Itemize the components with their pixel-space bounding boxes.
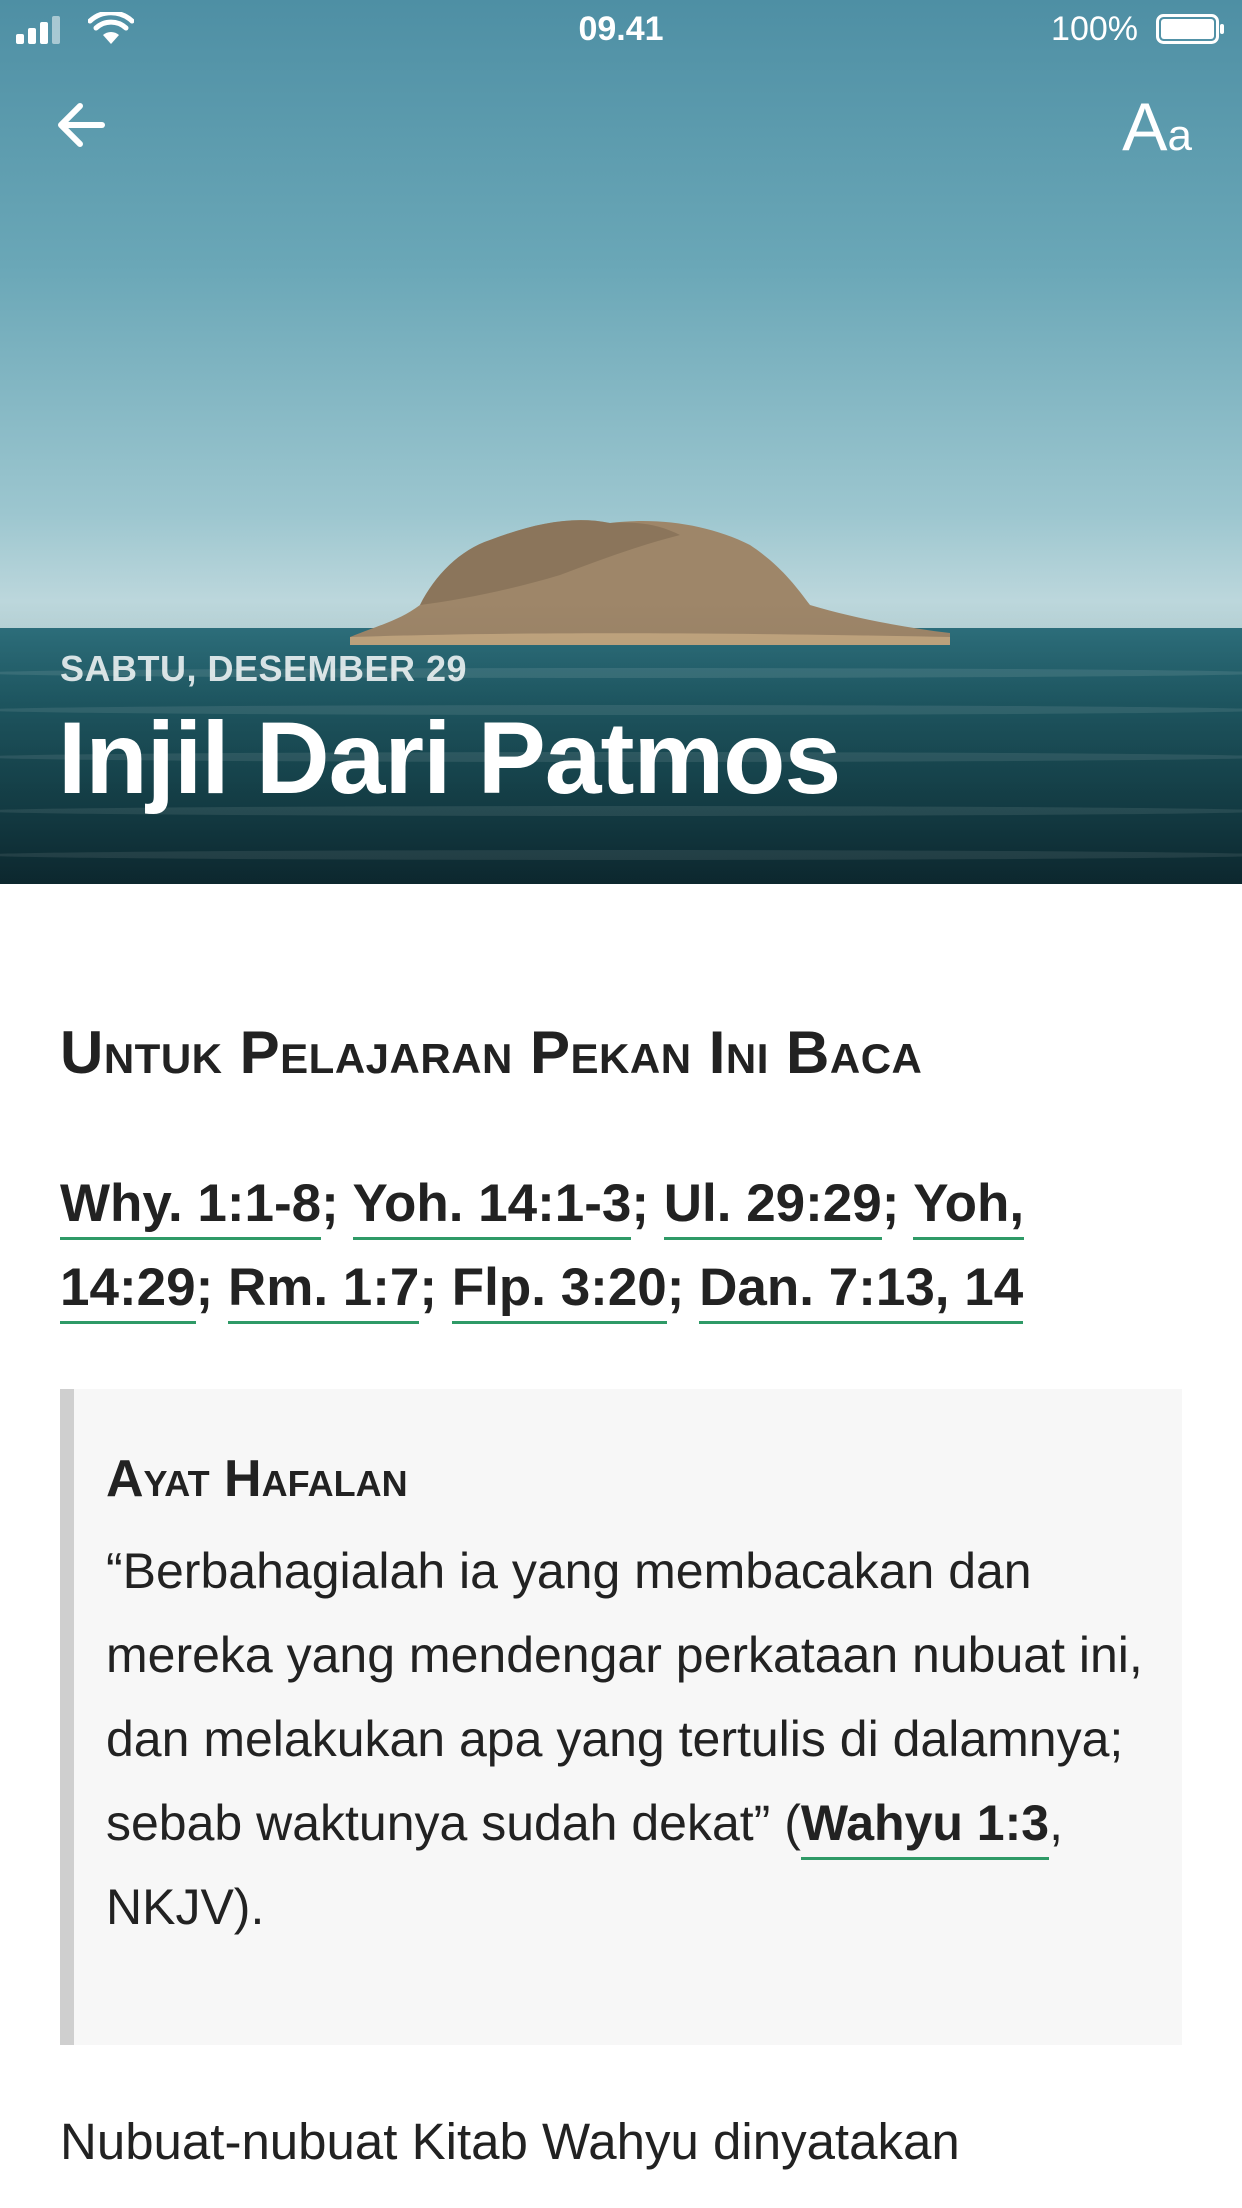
ref-separator: ; xyxy=(666,1258,700,1317)
ref-separator: ; xyxy=(881,1174,914,1233)
memory-verse-heading: Ayat Hafalan xyxy=(106,1450,408,1508)
memory-verse-box: Ayat Hafalan “Berbahagialah ia yang memb… xyxy=(60,1389,1182,2045)
font-settings-button[interactable]: Aa xyxy=(1122,88,1192,166)
lesson-date: SABTU, DESEMBER 29 xyxy=(60,648,468,689)
bible-ref-link[interactable]: Ul. 29:29 xyxy=(663,1174,882,1240)
ref-separator: ; xyxy=(321,1174,353,1233)
lesson-title: Injil Dari Patmos xyxy=(58,701,841,815)
ref-separator: ; xyxy=(419,1258,452,1317)
font-size-icon-small: a xyxy=(1167,111,1192,160)
memory-verse-text: “Berbahagialah ia yang membacakan dan me… xyxy=(106,1529,1146,1949)
bible-ref-link[interactable]: Rm. 1:7 xyxy=(227,1258,420,1324)
ref-separator: ; xyxy=(195,1258,228,1317)
reading-heading: Untuk Pelajaran Pekan Ini Baca xyxy=(60,1019,923,1086)
memory-verse-ref-link[interactable]: Wahyu 1:3 xyxy=(800,1795,1050,1860)
ref-separator: ; xyxy=(631,1174,664,1233)
arrow-left-icon xyxy=(58,103,105,147)
bible-ref-link[interactable]: Yoh. 14:1-3 xyxy=(352,1174,632,1240)
font-size-icon-large: A xyxy=(1122,89,1168,165)
reading-references: Why. 1:1-8; Yoh. 14:1-3; Ul. 29:29; Yoh,… xyxy=(60,1162,1180,1330)
lesson-paragraph: Nubuat-nubuat Kitab Wahyu dinyatakan xyxy=(60,2113,960,2170)
battery-icon xyxy=(1156,14,1224,44)
bible-ref-link[interactable]: Dan. 7:13, 14 xyxy=(699,1258,1024,1324)
bible-ref-link[interactable]: Flp. 3:20 xyxy=(451,1258,667,1324)
status-bar: 09.41 100% xyxy=(0,0,1242,60)
bible-ref-link[interactable]: Why. 1:1-8 xyxy=(60,1174,322,1240)
hero-image: 09.41 100% Aa SABTU, DESEMBER 29 Injil D… xyxy=(0,0,1242,884)
battery-percentage: 100% xyxy=(1051,10,1138,48)
back-button[interactable] xyxy=(50,92,116,158)
